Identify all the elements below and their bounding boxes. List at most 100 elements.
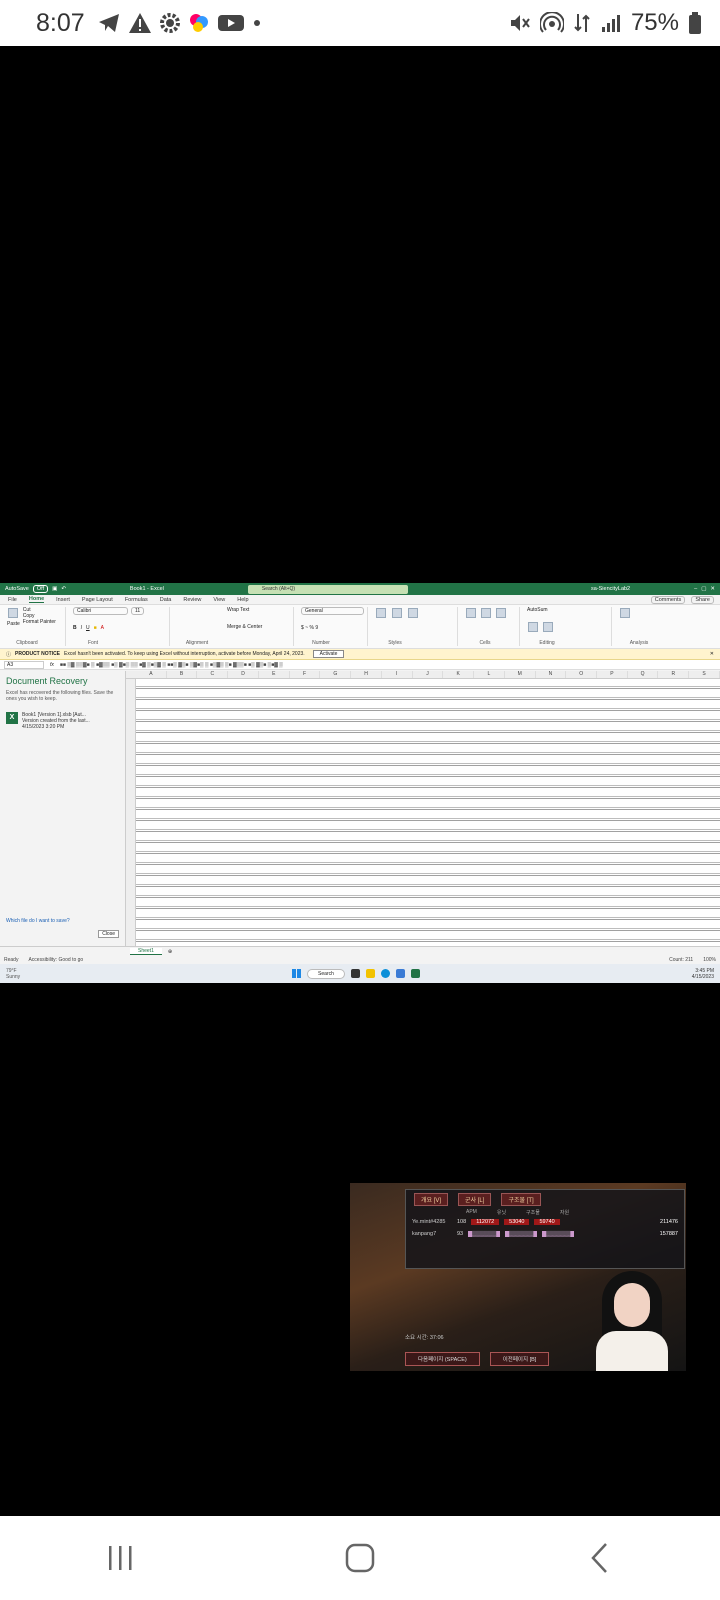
- edge-icon[interactable]: [380, 969, 390, 978]
- task-view-icon[interactable]: [350, 969, 360, 978]
- conditional-formatting-icon[interactable]: [376, 608, 386, 618]
- number-format-select[interactable]: General: [301, 607, 364, 615]
- tab-file[interactable]: File: [8, 597, 17, 603]
- column-header[interactable]: I: [382, 671, 413, 678]
- prev-page-button[interactable]: 이전페이지 [B]: [489, 1352, 550, 1366]
- battery-percent: 75%: [630, 9, 679, 36]
- column-header[interactable]: B: [167, 671, 198, 678]
- analysis-group: Analysis: [616, 607, 652, 646]
- currency-icon[interactable]: $ ~ % 9: [301, 625, 364, 631]
- italic-icon[interactable]: I: [81, 625, 82, 631]
- column-header[interactable]: Q: [628, 671, 659, 678]
- game-stats-panel: 개요 [V] 군사 [L] 구조물 [T] APM 유닛 구조물 자원 Ye.m…: [405, 1189, 685, 1269]
- cell-styles-icon[interactable]: [408, 608, 418, 618]
- column-header[interactable]: E: [259, 671, 290, 678]
- tab-insert[interactable]: Insert: [56, 597, 70, 603]
- fill-color-icon[interactable]: ■: [94, 625, 97, 631]
- recovered-file-item[interactable]: X Book1 [Version 1].xlsb [Aut... Version…: [6, 712, 119, 730]
- recovery-title: Document Recovery: [6, 676, 88, 686]
- column-header[interactable]: L: [474, 671, 505, 678]
- format-as-table-icon[interactable]: [392, 608, 402, 618]
- column-header[interactable]: D: [228, 671, 259, 678]
- store-icon[interactable]: [395, 969, 405, 978]
- game-tab-overview[interactable]: 개요 [V]: [414, 1193, 449, 1206]
- add-sheet-icon[interactable]: ⊕: [168, 949, 172, 955]
- merge-center-button[interactable]: Merge & Center: [177, 624, 290, 630]
- autosave-label[interactable]: AutoSave: [5, 586, 29, 592]
- formula-input[interactable]: ■■ ▒▓ ▒▒▓■ ▒ ■▓▒▒ ■▒ ▓■▒ ▒▒ ■▓ ▒■▒▓ ▒ ■■…: [60, 662, 283, 668]
- font-name-select[interactable]: Calibri: [73, 607, 128, 615]
- paste-button[interactable]: Paste: [7, 621, 20, 627]
- paste-icon[interactable]: [8, 608, 18, 618]
- minimize-icon[interactable]: –: [694, 586, 697, 592]
- column-header[interactable]: G: [320, 671, 352, 678]
- game-tab-military[interactable]: 군사 [L]: [458, 1193, 492, 1206]
- column-header[interactable]: F: [290, 671, 321, 678]
- tab-data[interactable]: Data: [160, 597, 172, 603]
- weather-widget[interactable]: 79°F Sunny: [6, 968, 20, 980]
- wrap-text-button[interactable]: Wrap Text: [177, 607, 290, 613]
- name-box[interactable]: A3: [4, 660, 44, 669]
- zoom-level[interactable]: 100%: [703, 957, 716, 963]
- font-color-icon[interactable]: A: [101, 625, 104, 631]
- maximize-icon[interactable]: ▢: [701, 586, 706, 592]
- excel-window: AutoSave Off ▣ ↶ Book1 - Excel Search (A…: [0, 583, 720, 983]
- column-header[interactable]: R: [658, 671, 690, 678]
- taskbar-clock[interactable]: 3:45 PM 4/15/2023: [692, 968, 714, 980]
- format-painter-button[interactable]: Format Painter: [23, 619, 56, 625]
- share-button[interactable]: Share: [691, 595, 714, 604]
- taskbar-search[interactable]: Search: [307, 968, 345, 979]
- styles-group: Styles: [372, 607, 458, 646]
- tab-view[interactable]: View: [213, 597, 225, 603]
- user-name[interactable]: sa-SiencityLab2: [591, 586, 630, 592]
- status-accessibility[interactable]: Accessibility: Good to go: [28, 957, 83, 963]
- analyze-data-icon[interactable]: [620, 608, 630, 618]
- column-header[interactable]: N: [536, 671, 567, 678]
- tab-help[interactable]: Help: [237, 597, 248, 603]
- back-icon[interactable]: [580, 1538, 620, 1578]
- underline-icon[interactable]: U: [86, 625, 90, 631]
- column-header[interactable]: A: [136, 671, 167, 678]
- column-header[interactable]: C: [197, 671, 229, 678]
- excel-taskbar-icon[interactable]: [410, 969, 420, 978]
- font-size-select[interactable]: 11: [131, 607, 145, 615]
- tab-home[interactable]: Home: [28, 596, 45, 603]
- activate-button[interactable]: Activate: [312, 650, 345, 658]
- window-title: Book1 - Excel: [129, 586, 164, 592]
- column-header[interactable]: K: [443, 671, 475, 678]
- close-icon[interactable]: ✕: [710, 586, 715, 592]
- find-select-icon[interactable]: [543, 621, 553, 632]
- tab-review[interactable]: Review: [183, 597, 201, 603]
- autosave-toggle[interactable]: Off: [32, 585, 49, 593]
- comments-button[interactable]: Comments: [650, 595, 686, 604]
- windows-start-icon[interactable]: [292, 969, 302, 978]
- which-file-link[interactable]: Which file do I want to save?: [6, 918, 70, 924]
- delete-cells-icon[interactable]: [481, 608, 491, 618]
- column-header[interactable]: O: [566, 671, 598, 678]
- product-notice-bar: ⓘ PRODUCT NOTICE Excel hasn't been activ…: [0, 649, 720, 660]
- spreadsheet-grid[interactable]: A B C D E F G H I J K L M N O P Q R S: [126, 671, 720, 946]
- file-explorer-icon[interactable]: [365, 969, 375, 978]
- undo-icon[interactable]: ↶: [61, 586, 66, 592]
- autosum-button[interactable]: AutoSum: [527, 607, 608, 613]
- column-header[interactable]: M: [505, 671, 536, 678]
- insert-cells-icon[interactable]: [466, 608, 476, 618]
- save-icon[interactable]: ▣: [52, 586, 57, 592]
- search-box[interactable]: Search (Alt+Q): [247, 584, 408, 594]
- column-header[interactable]: S: [689, 671, 720, 678]
- bold-icon[interactable]: B: [73, 625, 77, 631]
- tab-formulas[interactable]: Formulas: [125, 597, 148, 603]
- column-header[interactable]: H: [351, 671, 382, 678]
- format-cells-icon[interactable]: [496, 608, 506, 618]
- recent-apps-icon[interactable]: [100, 1538, 140, 1578]
- notice-close-icon[interactable]: ✕: [710, 651, 714, 657]
- tab-page-layout[interactable]: Page Layout: [82, 597, 113, 603]
- next-page-button[interactable]: 다음페이지 (SPACE): [405, 1352, 480, 1366]
- home-icon[interactable]: [340, 1538, 380, 1578]
- sheet-tab[interactable]: Sheet1: [130, 948, 162, 955]
- column-header[interactable]: J: [413, 671, 444, 678]
- game-tab-structures[interactable]: 구조물 [T]: [501, 1193, 541, 1206]
- recovery-close-button[interactable]: Close: [98, 930, 119, 938]
- sort-filter-icon[interactable]: [528, 621, 538, 632]
- column-header[interactable]: P: [597, 671, 628, 678]
